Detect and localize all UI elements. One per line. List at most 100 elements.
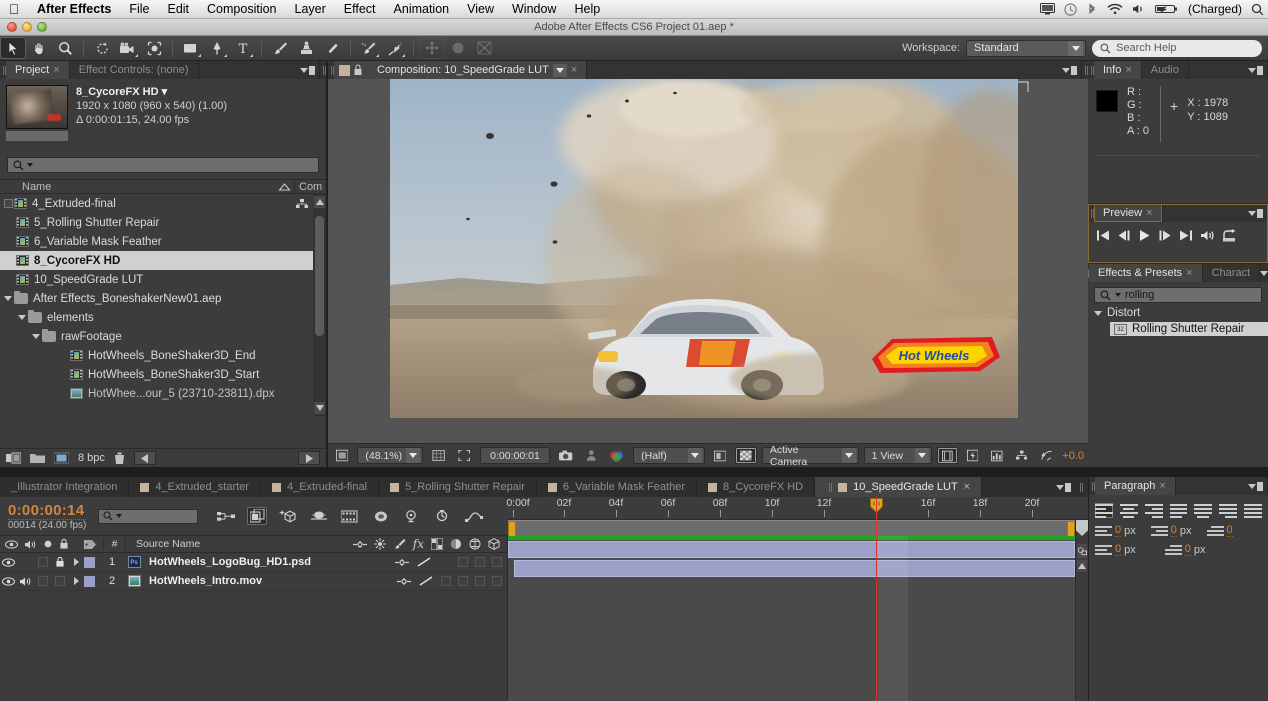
- frame-blending-switch-icon[interactable]: [431, 538, 443, 550]
- project-bit-depth[interactable]: 8 bpc: [78, 452, 105, 464]
- timeline-current-time[interactable]: 0:00:00:14 00014 (24.00 fps): [8, 502, 86, 531]
- twirl-down-icon[interactable]: [1092, 311, 1104, 316]
- panel-scroll-left-button[interactable]: [134, 451, 156, 465]
- work-area-bar[interactable]: [508, 520, 1075, 536]
- video-toggle-icon[interactable]: [0, 558, 17, 567]
- snapshot-icon[interactable]: [555, 447, 576, 464]
- first-frame-icon[interactable]: [1096, 229, 1110, 242]
- workspace-select[interactable]: Standard: [966, 40, 1086, 57]
- menu-layer[interactable]: Layer: [286, 0, 335, 19]
- parent-icon[interactable]: [397, 577, 411, 586]
- sort-ascending-icon[interactable]: [278, 183, 294, 191]
- project-item-list[interactable]: 4_Extruded-final 5_Rolling Shutter Repai…: [0, 194, 326, 416]
- indent-left-field[interactable]: 0 px: [1095, 524, 1136, 537]
- fx-icon[interactable]: fx: [413, 537, 424, 551]
- solo-icon[interactable]: [43, 539, 53, 549]
- 3d-layer-icon[interactable]: [488, 538, 500, 550]
- timeline-search-input[interactable]: [98, 509, 198, 524]
- tab-10-speedgrade-lut[interactable]: 10_SpeedGrade LUT ×: [815, 477, 982, 497]
- draft-3d-icon[interactable]: [247, 507, 267, 525]
- layer-name[interactable]: HotWheels_LogoBug_HD1.psd: [145, 556, 395, 568]
- twirl-down-icon[interactable]: [30, 334, 42, 339]
- brainstorm-icon[interactable]: [371, 507, 391, 525]
- panel-menu-icon[interactable]: [1056, 482, 1071, 493]
- tab-project[interactable]: Project ×: [6, 61, 70, 79]
- lock-icon[interactable]: [353, 64, 363, 76]
- eye-icon[interactable]: [5, 540, 18, 549]
- switch-box[interactable]: [492, 576, 502, 586]
- solo-toggle[interactable]: [34, 576, 51, 586]
- layer-bar[interactable]: [508, 541, 1075, 558]
- camera-view-select[interactable]: Active Camera: [762, 447, 859, 464]
- menu-help[interactable]: Help: [565, 0, 609, 19]
- lock-toggle-icon[interactable]: [51, 556, 68, 568]
- table-row[interactable]: 1 Ps HotWheels_LogoBug_HD1.psd: [0, 553, 508, 572]
- display-icon[interactable]: [1040, 3, 1055, 15]
- panel-scroll-right-button[interactable]: [298, 451, 320, 465]
- volume-icon[interactable]: [1132, 3, 1146, 15]
- previous-frame-icon[interactable]: [1117, 229, 1131, 242]
- effect-rolling-shutter-repair[interactable]: 32 Rolling Shutter Repair: [1110, 322, 1268, 336]
- graph-editor-icon[interactable]: [464, 507, 484, 525]
- composition-canvas[interactable]: Hot Wheels: [328, 79, 1088, 443]
- play-icon[interactable]: [1138, 229, 1151, 242]
- pixel-aspect-correction-icon[interactable]: [937, 447, 958, 464]
- fast-previews-icon[interactable]: [963, 447, 982, 464]
- region-of-interest-toggle-icon[interactable]: [710, 447, 730, 464]
- lock-icon[interactable]: [59, 538, 69, 550]
- tab-6-variable-mask-feather[interactable]: 6_Variable Mask Feather: [537, 477, 697, 497]
- chevron-down-icon[interactable]: [553, 64, 567, 77]
- layer-name[interactable]: HotWheels_Intro.mov: [145, 575, 397, 587]
- anchor-align-icon[interactable]: [419, 37, 445, 59]
- search-help-input[interactable]: Search Help: [1092, 40, 1262, 57]
- audio-icon[interactable]: [1200, 229, 1215, 242]
- project-search-input[interactable]: [7, 157, 319, 173]
- pen-tool[interactable]: [204, 37, 230, 59]
- delete-icon[interactable]: [114, 452, 125, 465]
- menu-edit[interactable]: Edit: [158, 0, 198, 19]
- justify-last-right-button[interactable]: [1219, 503, 1237, 518]
- list-item[interactable]: HotWheels_BoneShaker3D_End: [0, 346, 326, 365]
- audio-toggle-icon[interactable]: [17, 576, 34, 587]
- tab-4-extruded-starter[interactable]: 4_Extruded_starter: [129, 477, 261, 497]
- audio-icon[interactable]: [24, 539, 37, 550]
- tab-effect-controls[interactable]: Effect Controls: (none): [70, 61, 199, 79]
- twirl-down-icon[interactable]: [16, 315, 28, 320]
- work-area-end-handle[interactable]: [1067, 521, 1075, 537]
- close-icon[interactable]: ×: [1159, 480, 1165, 492]
- frame-blending-icon[interactable]: [340, 507, 360, 525]
- list-item[interactable]: 8_CycoreFX HD: [0, 251, 326, 270]
- switch-box[interactable]: [441, 576, 451, 586]
- close-icon[interactable]: ×: [1125, 64, 1131, 76]
- close-icon[interactable]: ×: [53, 64, 59, 76]
- panel-menu-icon[interactable]: [1248, 65, 1263, 76]
- justify-last-center-button[interactable]: [1194, 503, 1212, 518]
- panel-menu-icon[interactable]: [1248, 208, 1263, 219]
- always-preview-icon[interactable]: [332, 447, 352, 464]
- work-area-start-handle[interactable]: [508, 521, 516, 537]
- twirl-right-icon[interactable]: [68, 577, 84, 585]
- graph-editor-toggle-icon[interactable]: [402, 507, 422, 525]
- switch-box[interactable]: [458, 557, 468, 567]
- tab-info[interactable]: Info ×: [1094, 61, 1142, 79]
- indent-right-field[interactable]: 0 px: [1151, 524, 1192, 537]
- switch-box[interactable]: [475, 557, 485, 567]
- twirl-down-icon[interactable]: [2, 296, 14, 301]
- close-icon[interactable]: ×: [571, 64, 577, 76]
- indent-first-line-field[interactable]: 0: [1207, 524, 1233, 537]
- switch-box[interactable]: [492, 557, 502, 567]
- twirl-right-icon[interactable]: [68, 558, 84, 566]
- hand-tool[interactable]: [26, 37, 52, 59]
- switch-box[interactable]: [458, 576, 468, 586]
- close-icon[interactable]: ×: [1186, 267, 1192, 279]
- tab-paragraph[interactable]: Paragraph ×: [1095, 477, 1176, 495]
- show-snapshot-icon[interactable]: [582, 447, 601, 464]
- scroll-up-button[interactable]: [1077, 560, 1087, 572]
- panel-grip-icon[interactable]: [826, 483, 832, 492]
- close-icon[interactable]: ×: [1146, 207, 1152, 219]
- shape-tool[interactable]: [178, 37, 204, 59]
- lock-toggle[interactable]: [51, 576, 68, 586]
- puppet-pin-tool[interactable]: [382, 37, 408, 59]
- panel-menu-icon[interactable]: [1062, 65, 1077, 76]
- layer-label-color[interactable]: [84, 576, 95, 587]
